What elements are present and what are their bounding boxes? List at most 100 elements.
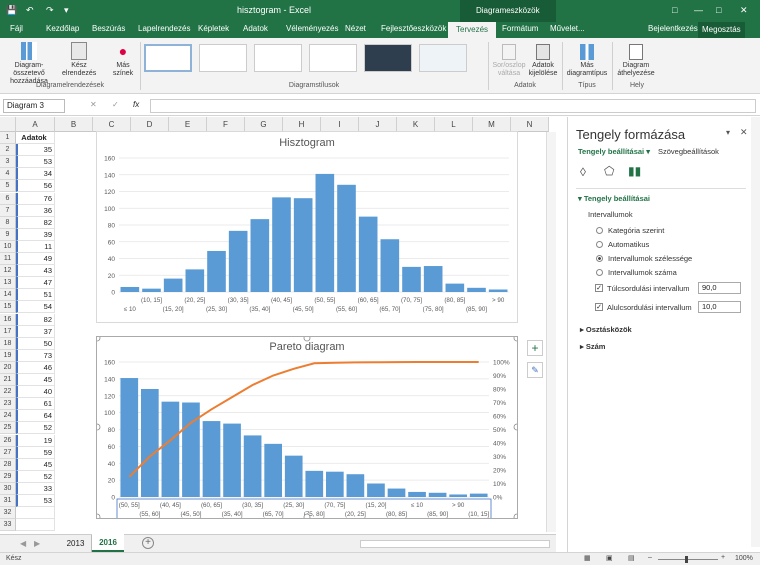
table-cell[interactable]: 49 <box>16 253 55 265</box>
bar[interactable] <box>140 389 159 497</box>
table-cell[interactable]: 40 <box>16 386 55 399</box>
column-header[interactable]: K <box>397 117 435 132</box>
underflow-input[interactable]: 10,0 <box>698 301 741 313</box>
table-cell[interactable]: 45 <box>16 458 55 471</box>
tab-tell-me[interactable]: Művelet... <box>550 24 585 33</box>
selection-handle[interactable] <box>513 513 517 518</box>
worksheet-grid[interactable]: ABCDEFGHIJKLMN 1 2 3 4 5 6 7 8 9 10 11 12 13 14 15 16 17… <box>0 117 556 534</box>
radio-automatic[interactable] <box>596 241 603 248</box>
row-header[interactable]: 33 <box>0 519 16 532</box>
row-header[interactable]: 11 <box>0 253 16 265</box>
page-break-view-icon[interactable]: ▤ <box>628 554 635 562</box>
zoom-slider[interactable] <box>658 559 718 560</box>
zoom-level[interactable]: 100% <box>735 555 753 562</box>
row-header[interactable]: 10 <box>0 240 16 253</box>
selection-handle[interactable] <box>97 423 101 431</box>
row-header[interactable]: 7 <box>0 204 16 217</box>
chart-elements-plus-icon[interactable]: + <box>527 340 543 356</box>
chart-style-2[interactable] <box>199 44 247 72</box>
row-header[interactable]: 14 <box>0 289 16 302</box>
histogram-chart[interactable]: Hisztogram 0 20 40 60 80 100 120 140 160 ≤ 10 (10,… <box>96 131 518 323</box>
row-header[interactable]: 24 <box>0 410 16 423</box>
bar[interactable] <box>120 286 140 292</box>
bar[interactable] <box>337 184 356 292</box>
bar[interactable] <box>387 488 406 497</box>
overflow-checkbox[interactable]: ✓ <box>595 284 603 292</box>
pareto-chart[interactable]: Pareto diagram 0 20 40 60 80 100 120 140 160 (50,… <box>96 336 518 519</box>
signin-link[interactable]: Bejelentkezés <box>648 24 698 33</box>
next-sheet-icon[interactable]: ▶ <box>34 539 40 548</box>
table-cell[interactable]: 47 <box>16 277 55 290</box>
pane-options-icon[interactable]: ▾ <box>726 128 730 137</box>
select-data-button[interactable]: Adatok kijelölése <box>528 44 558 78</box>
column-header[interactable]: E <box>169 117 207 132</box>
table-cell[interactable]: 52 <box>16 470 55 483</box>
row-header[interactable]: 16 <box>0 313 16 326</box>
tab-review[interactable]: Véleményezés <box>286 24 338 33</box>
table-cell[interactable]: 11 <box>16 240 55 253</box>
row-header[interactable]: 25 <box>0 422 16 435</box>
radio-bin-width[interactable] <box>596 255 603 262</box>
prev-sheet-icon[interactable]: ◀ <box>20 539 26 548</box>
row-header[interactable]: 2 <box>0 144 16 157</box>
section-number[interactable]: ▸ Szám <box>580 342 605 351</box>
row-header[interactable]: 32 <box>0 507 16 520</box>
table-cell[interactable]: 33 <box>16 482 55 495</box>
formula-input[interactable] <box>150 99 756 113</box>
save-icon[interactable]: 💾 <box>6 5 17 16</box>
tab-developer[interactable]: Fejlesztőeszközök <box>381 24 446 33</box>
bar[interactable] <box>408 491 426 497</box>
row-header[interactable]: 12 <box>0 265 16 278</box>
bar[interactable] <box>228 230 248 292</box>
row-header[interactable]: 1 <box>0 132 16 144</box>
column-header[interactable]: H <box>283 117 321 132</box>
fill-line-icon[interactable]: ◊ <box>580 165 586 179</box>
bar[interactable] <box>163 278 183 292</box>
bar[interactable] <box>207 250 226 292</box>
row-header[interactable]: 6 <box>0 192 16 205</box>
bar[interactable] <box>423 266 443 292</box>
redo-icon[interactable]: ↷ <box>46 5 54 16</box>
bar[interactable] <box>284 455 303 497</box>
table-cell[interactable]: 53 <box>16 495 55 507</box>
bar[interactable] <box>467 287 486 292</box>
table-cell[interactable]: 82 <box>16 216 55 229</box>
bar[interactable] <box>346 474 365 497</box>
selection-handle[interactable] <box>303 513 311 518</box>
row-header[interactable]: 5 <box>0 180 16 193</box>
bar[interactable] <box>272 197 291 292</box>
table-cell[interactable] <box>16 507 55 520</box>
table-cell[interactable]: 56 <box>16 180 55 193</box>
bar[interactable] <box>305 470 324 497</box>
table-cell[interactable]: 37 <box>16 325 55 338</box>
row-header[interactable]: 28 <box>0 458 16 471</box>
table-cell[interactable]: 54 <box>16 301 55 314</box>
selection-handle[interactable] <box>97 337 101 342</box>
underflow-checkbox[interactable]: ✓ <box>595 303 603 311</box>
row-header[interactable]: 26 <box>0 434 16 447</box>
close-icon[interactable]: ✕ <box>740 5 748 16</box>
table-cell[interactable]: 19 <box>16 434 55 447</box>
column-header[interactable]: F <box>207 117 245 132</box>
minimize-icon[interactable]: — <box>694 5 703 15</box>
table-cell[interactable]: 59 <box>16 446 55 459</box>
tab-view[interactable]: Nézet <box>345 24 366 33</box>
table-cell[interactable]: 51 <box>16 289 55 302</box>
row-header[interactable]: 20 <box>0 361 16 374</box>
row-header[interactable]: 19 <box>0 349 16 362</box>
row-header[interactable]: 27 <box>0 446 16 459</box>
row-header[interactable]: 9 <box>0 228 16 241</box>
bar[interactable] <box>367 483 385 498</box>
bar[interactable] <box>142 288 161 292</box>
pane-tab-text-options[interactable]: Szövegbeállítások <box>658 147 719 156</box>
row-header[interactable]: 4 <box>0 168 16 181</box>
ribbon-options-icon[interactable]: □ <box>672 5 677 15</box>
zoom-slider-thumb[interactable] <box>685 556 688 563</box>
maximize-icon[interactable]: □ <box>716 5 721 15</box>
table-cell[interactable]: 46 <box>16 361 55 374</box>
pane-scrollbar[interactable] <box>751 117 760 547</box>
table-cell[interactable]: 39 <box>16 228 55 241</box>
table-cell[interactable]: 73 <box>16 349 55 362</box>
switch-row-column-button[interactable]: Sor/oszlop váltása <box>491 44 527 78</box>
column-header[interactable]: N <box>511 117 549 132</box>
